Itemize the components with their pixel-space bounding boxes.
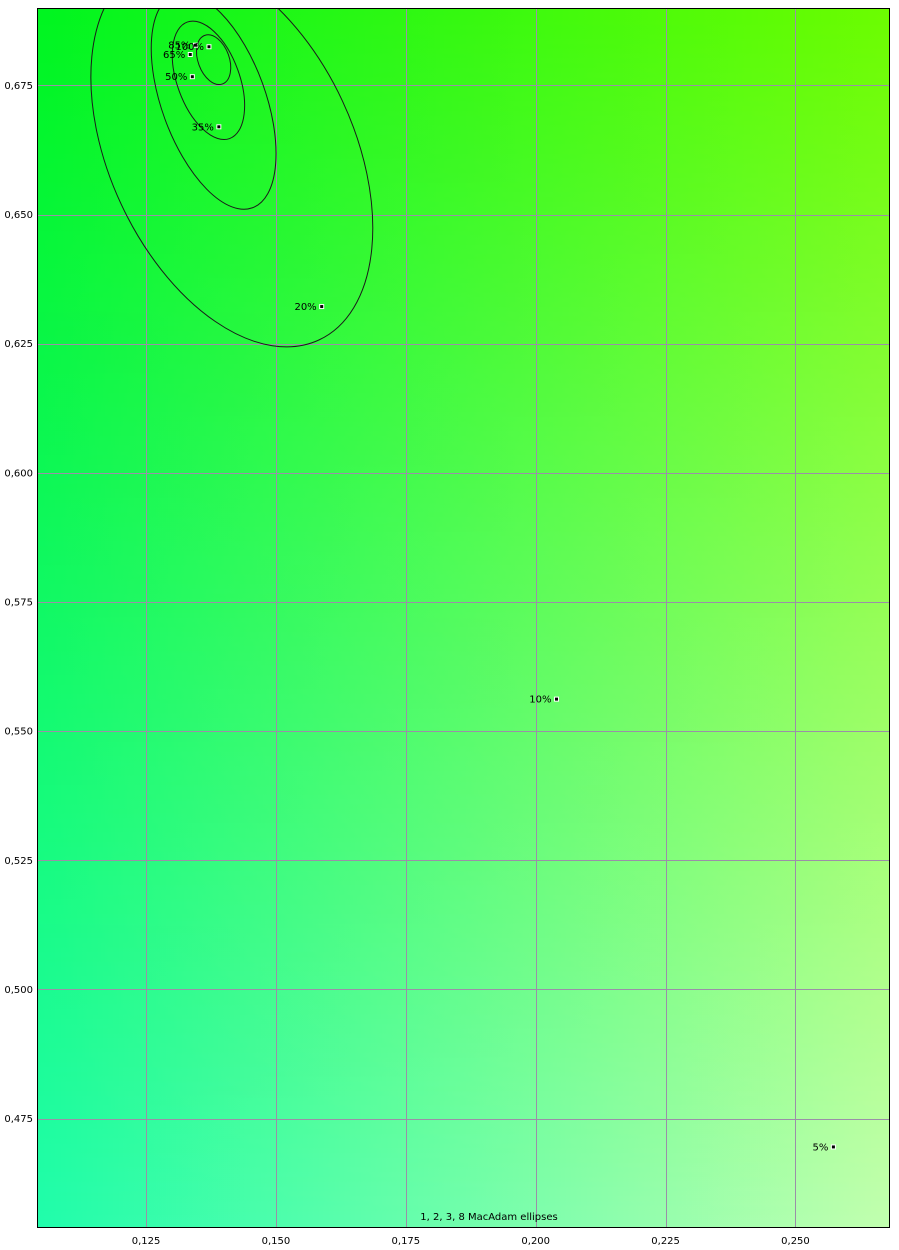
y-tick-label: 0,675 bbox=[4, 81, 33, 92]
plot-background bbox=[37, 8, 889, 1227]
y-tick-label: 0,575 bbox=[4, 598, 33, 609]
y-tick-label: 0,600 bbox=[4, 468, 33, 479]
y-tick-label: 0,525 bbox=[4, 856, 33, 867]
x-tick-label: 0,225 bbox=[651, 1236, 680, 1247]
background-bottom-gradient bbox=[37, 8, 889, 1227]
data-point bbox=[207, 45, 211, 49]
data-point-label: 35% bbox=[192, 122, 214, 133]
x-axis-tick-labels: 0,125 0,150 0,175 0,200 0,225 0,250 bbox=[132, 1236, 810, 1247]
y-tick-label: 0,625 bbox=[4, 339, 33, 350]
data-point bbox=[320, 305, 324, 309]
y-tick-label: 0,650 bbox=[4, 210, 33, 221]
data-point-label: 20% bbox=[294, 302, 316, 313]
chart: 100%85%65%50%35%20%10%5% 0,125 0,150 0,175… bbox=[4, 8, 890, 1247]
x-tick-label: 0,125 bbox=[132, 1236, 161, 1247]
y-tick-label: 0,550 bbox=[4, 727, 33, 738]
data-point-label: 5% bbox=[813, 1142, 829, 1153]
data-point-label: 65% bbox=[163, 50, 185, 61]
y-tick-label: 0,500 bbox=[4, 985, 33, 996]
data-point bbox=[217, 125, 221, 129]
y-tick-label: 0,475 bbox=[4, 1114, 33, 1125]
x-tick-label: 0,150 bbox=[262, 1236, 291, 1247]
x-tick-label: 0,175 bbox=[392, 1236, 421, 1247]
data-point bbox=[190, 75, 194, 79]
data-point-label: 50% bbox=[165, 72, 187, 83]
x-tick-label: 0,250 bbox=[781, 1236, 810, 1247]
chart-annotation: 1, 2, 3, 8 MacAdam ellipses bbox=[420, 1212, 557, 1223]
x-tick-label: 0,200 bbox=[521, 1236, 550, 1247]
y-axis-tick-labels: 0,475 0,500 0,525 0,550 0,575 0,600 0,625 0,650… bbox=[4, 81, 33, 1125]
data-point bbox=[831, 1145, 835, 1149]
data-point-label: 10% bbox=[529, 695, 551, 706]
data-point bbox=[188, 52, 192, 56]
data-point bbox=[555, 697, 559, 701]
